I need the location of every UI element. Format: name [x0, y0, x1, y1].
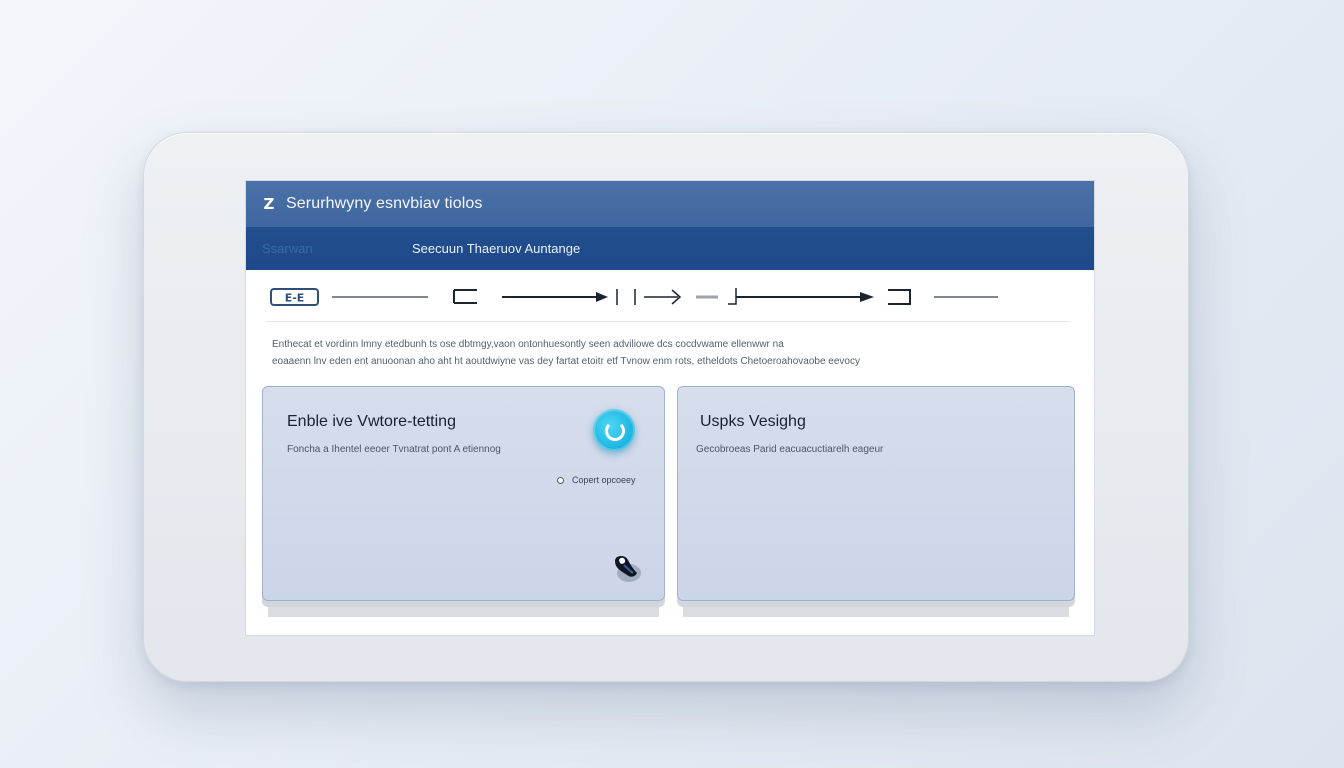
step-corner-icon [728, 288, 737, 305]
option-label: Copert opcoeey [572, 475, 636, 485]
card-title: Uspks Vesighg [700, 413, 806, 430]
chevron-right-icon [644, 289, 682, 305]
bracket-right-icon [888, 289, 911, 305]
description: Enthecat et vordinn lmny etedbunh ts ose… [272, 336, 972, 370]
pause-icon [616, 289, 636, 305]
bracket-left-icon [453, 289, 477, 304]
stepper-graphic: E-E [270, 288, 998, 306]
mouse-cursor-icon [615, 555, 641, 582]
toggle-refresh-icon[interactable] [593, 409, 635, 451]
card-title: Enble ive Vwtore-tetting [287, 413, 456, 430]
app-window: Z Serurhwyny esnvbiav tiolos Ssarwan See… [246, 181, 1094, 635]
nav-bar: Ssarwan Seecuun Thaeruov Auntange [246, 227, 1094, 270]
card-enable-setting[interactable]: Enble ive Vwtore-tetting Foncha a Ihente… [262, 386, 665, 601]
arrow-right-head-icon [860, 292, 874, 302]
section-divider [266, 321, 1070, 322]
card-subtitle: Foncha a Ihentel eeoer Tvnatrat pont A e… [287, 444, 501, 455]
device-frame: Z Serurhwyny esnvbiav tiolos Ssarwan See… [143, 132, 1189, 682]
description-line: Enthecat et vordinn lmny etedbunh ts ose… [272, 339, 784, 350]
step-badge[interactable]: E-E [270, 288, 319, 306]
card-settings[interactable]: Uspks Vesighg Gecobroeas Parid eacuacuct… [677, 386, 1075, 601]
description-line: eoaaenn lnv eden ent anuoonan aho aht ht… [272, 356, 860, 367]
option-row[interactable]: Copert opcoeey [557, 475, 636, 485]
nav-item-dim[interactable]: Ssarwan [262, 241, 390, 256]
z-logo-icon: Z [263, 195, 275, 213]
arrow-right-head-icon [596, 292, 608, 302]
stepper: E-E [246, 270, 1094, 322]
title-bar: Z Serurhwyny esnvbiav tiolos [246, 181, 1094, 227]
card-subtitle: Gecobroeas Parid eacuacuctiarelh eageur [696, 444, 884, 455]
nav-item-active[interactable]: Seecuun Thaeruov Auntange [412, 241, 580, 256]
app-title: Serurhwyny esnvbiav tiolos [286, 195, 483, 212]
step-badge-label: E-E [285, 292, 305, 305]
radio-button[interactable] [557, 476, 564, 484]
